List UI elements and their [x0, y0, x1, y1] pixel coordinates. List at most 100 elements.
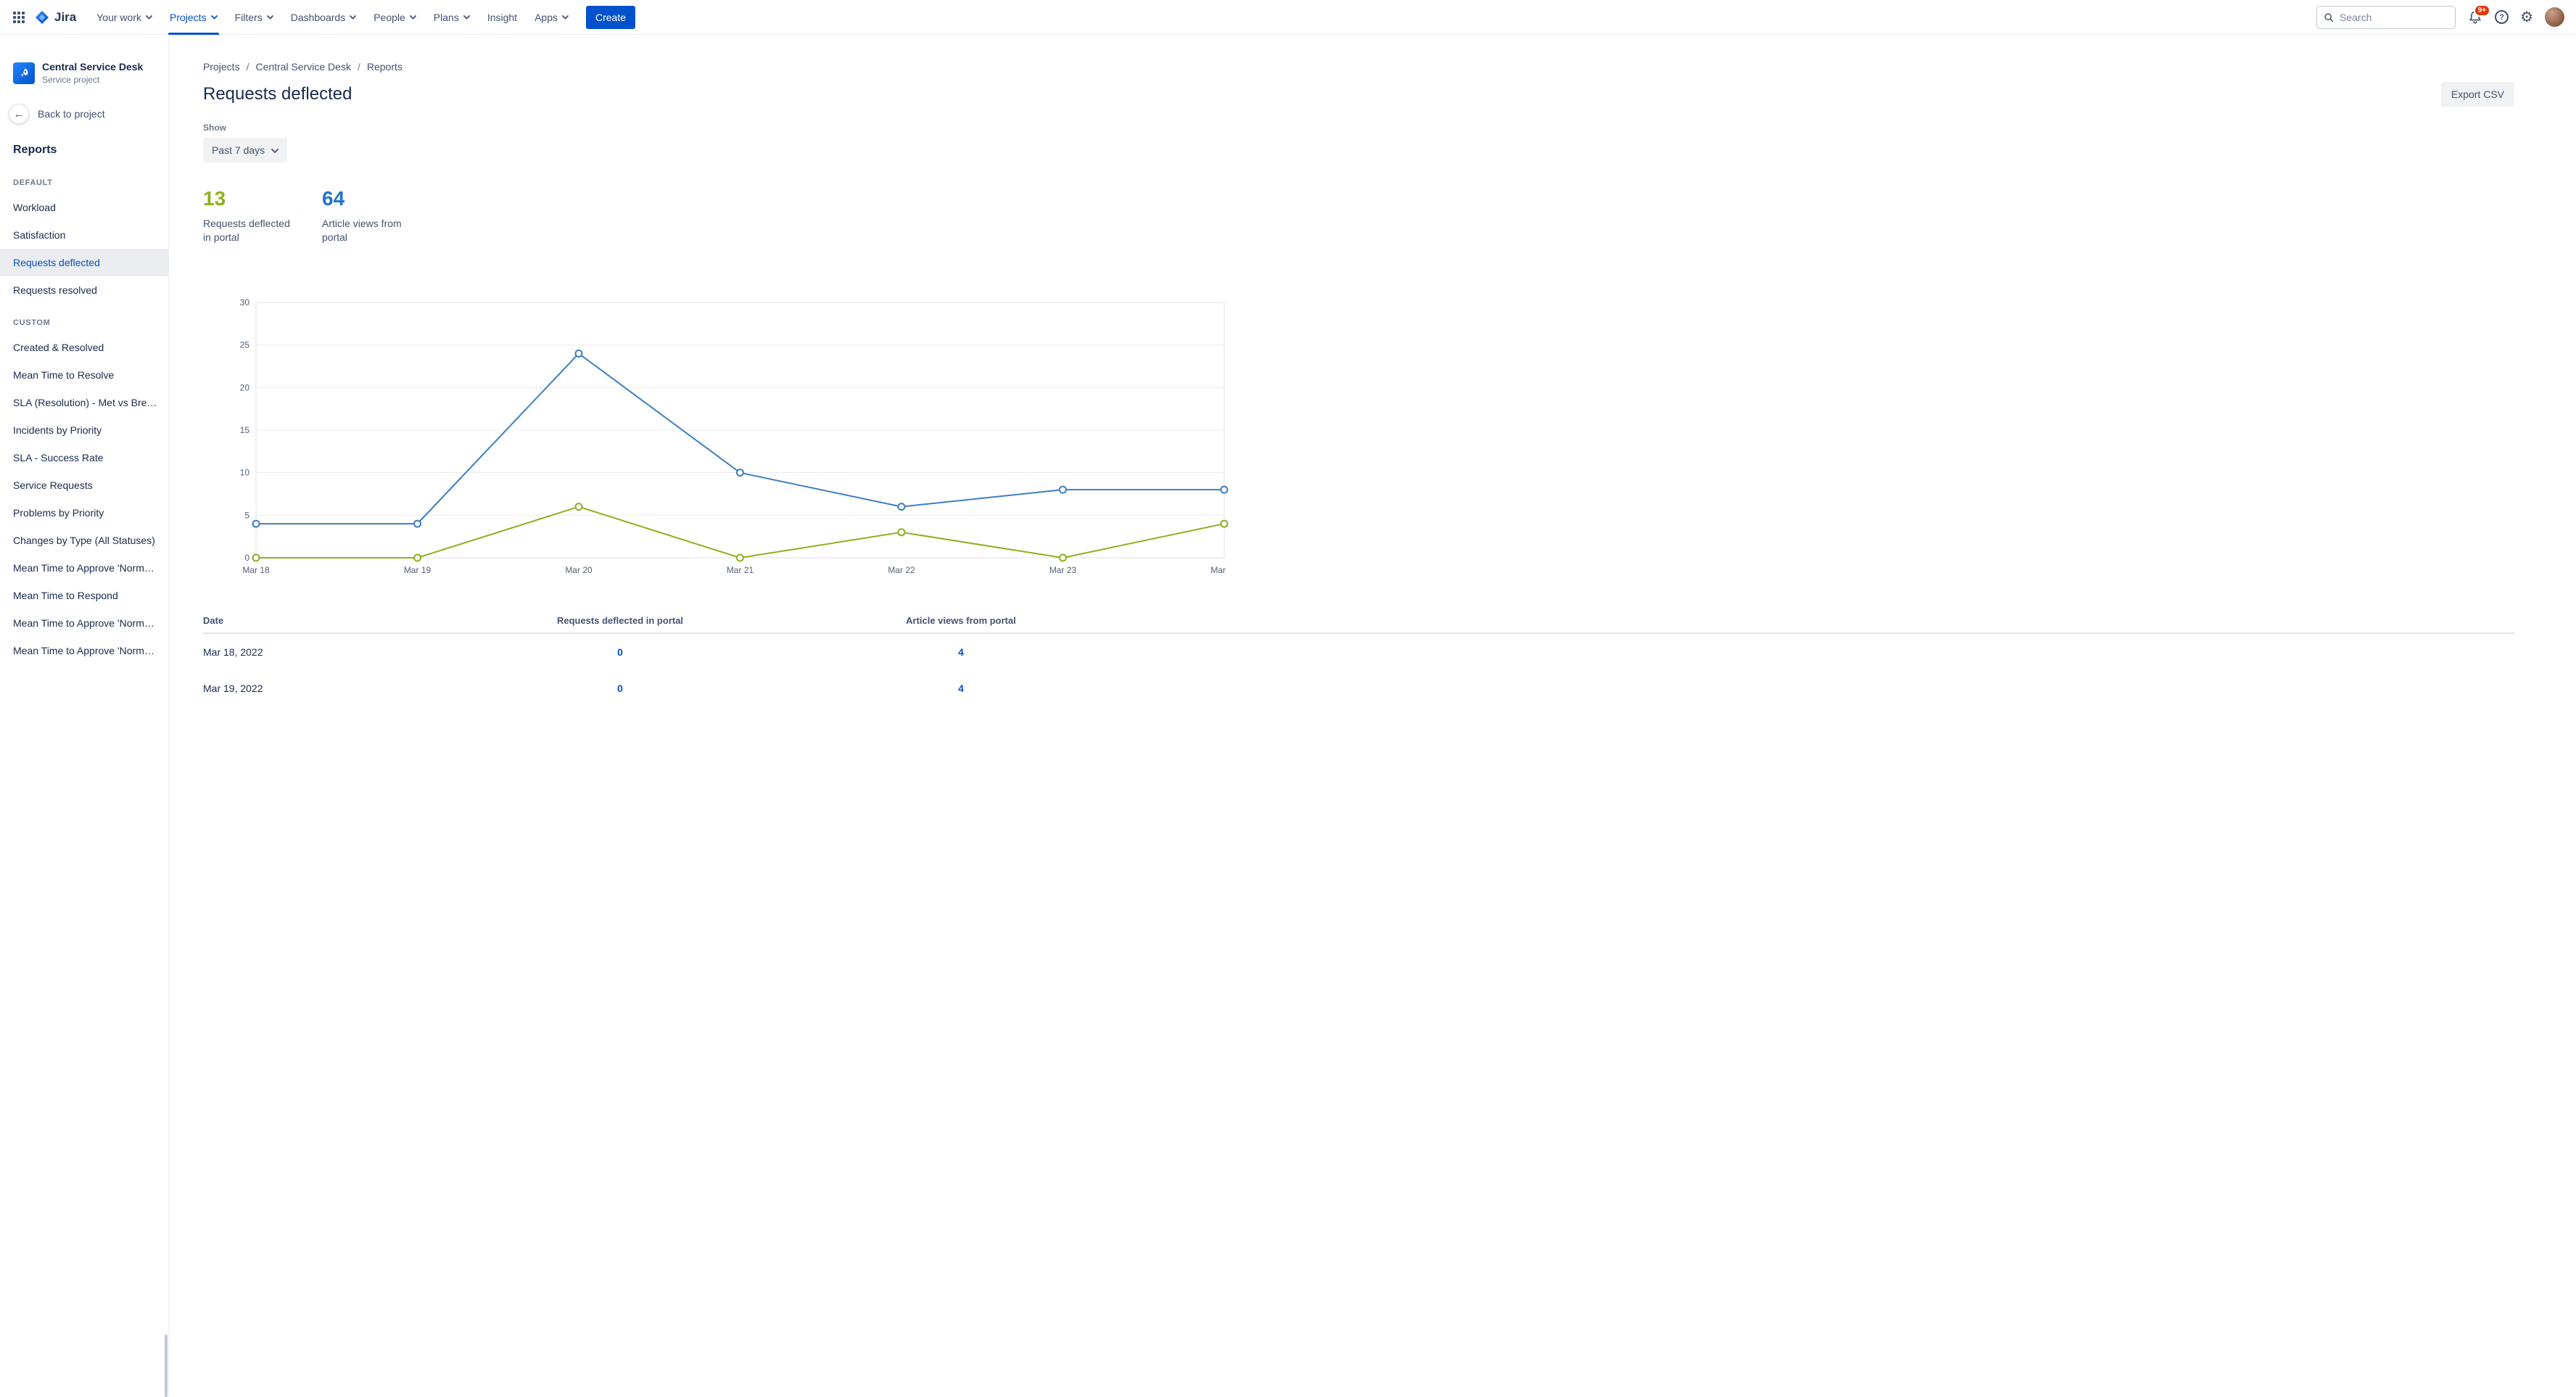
back-to-project[interactable]: ← Back to project	[0, 85, 168, 124]
table-row: Mar 19, 2022 0 4	[203, 670, 2514, 706]
table-row: Mar 18, 2022 0 4	[203, 634, 2514, 670]
sidebar-item-mean-time-to-resolve[interactable]: Mean Time to Resolve	[0, 361, 168, 389]
nav-plans[interactable]: Plans	[425, 0, 479, 35]
back-label: Back to project	[38, 108, 105, 120]
views-count-link[interactable]: 4	[790, 683, 1131, 694]
nav-insight[interactable]: Insight	[479, 0, 526, 35]
views-count-link[interactable]: 4	[790, 646, 1131, 658]
nav-apps[interactable]: Apps	[526, 0, 577, 35]
stat-article-views: 64 Article views from portal	[322, 187, 415, 244]
page-title: Requests deflected	[203, 84, 352, 104]
sidebar-item-workload[interactable]: Workload	[0, 194, 168, 221]
app-switcher-icon[interactable]	[7, 6, 30, 29]
svg-text:20: 20	[240, 382, 250, 392]
export-csv-button[interactable]: Export CSV	[2440, 82, 2514, 107]
sidebar-section-title: Reports	[13, 144, 57, 156]
column-header-deflected: Requests deflected in portal	[556, 614, 684, 626]
group-label-default: DEFAULT	[13, 178, 53, 187]
svg-text:25: 25	[240, 339, 250, 350]
svg-text:15: 15	[240, 425, 250, 435]
nav-right-cluster: 9+ ? ⚙	[2316, 4, 2564, 29]
search-box[interactable]	[2316, 5, 2456, 29]
user-avatar[interactable]	[2545, 7, 2564, 27]
sidebar-item-requests-resolved[interactable]: Requests resolved	[0, 276, 168, 304]
chevron-down-icon	[266, 15, 273, 20]
sidebar-item-changes-by-type[interactable]: Changes by Type (All Statuses)	[0, 527, 168, 554]
chevron-down-icon	[146, 15, 152, 20]
table-header-row: Date Requests deflected in portal Articl…	[203, 615, 2514, 634]
jira-logo-icon	[36, 10, 49, 24]
deflected-count-link[interactable]: 0	[450, 683, 790, 694]
summary-stats: 13 Requests deflected in portal 64 Artic…	[203, 187, 2514, 244]
nav-projects[interactable]: Projects	[161, 0, 226, 35]
search-input[interactable]	[2340, 11, 2449, 23]
stat-label: Requests deflected in portal	[203, 218, 290, 243]
chart-container: 0 5 10 15 20 25 30 Mar 18 Mar 19 Mar 20 Mar 21 Mar …	[226, 297, 2514, 582]
sidebar: Central Service Desk Service project ← B…	[0, 35, 169, 1397]
sidebar-scrollbar[interactable]	[165, 1335, 168, 1397]
help-button[interactable]: ?	[2495, 10, 2509, 24]
sidebar-item-mean-time-approve-1[interactable]: Mean Time to Approve 'Norm…	[0, 554, 168, 582]
svg-text:30: 30	[240, 297, 250, 308]
nav-your-work[interactable]: Your work	[88, 0, 161, 35]
svg-text:10: 10	[240, 467, 250, 477]
breadcrumb: Projects / Central Service Desk / Report…	[203, 61, 2514, 73]
notification-badge: 9+	[2473, 4, 2491, 17]
search-icon	[2324, 12, 2334, 22]
notifications-button[interactable]: 9+	[2467, 4, 2491, 25]
settings-button[interactable]: ⚙	[2520, 10, 2533, 25]
sidebar-item-incidents-by-priority[interactable]: Incidents by Priority	[0, 416, 168, 444]
nav-filters[interactable]: Filters	[226, 0, 282, 35]
sidebar-item-sla-success-rate[interactable]: SLA - Success Rate	[0, 444, 168, 471]
svg-text:5: 5	[244, 510, 249, 520]
row-date: Mar 19, 2022	[203, 682, 263, 694]
group-label-custom: CUSTOM	[13, 318, 51, 327]
deflection-chart: 0 5 10 15 20 25 30 Mar 18 Mar 19 Mar 20 Mar 21 Mar …	[240, 297, 1238, 575]
column-header-views: Article views from portal	[906, 614, 1016, 626]
create-button[interactable]: Create	[586, 5, 636, 29]
deflected-count-link[interactable]: 0	[450, 646, 790, 658]
stat-requests-deflected: 13 Requests deflected in portal	[203, 187, 296, 244]
sidebar-item-satisfaction[interactable]: Satisfaction	[0, 221, 168, 249]
jira-logo[interactable]: Jira	[30, 10, 83, 25]
svg-text:Mar 22: Mar 22	[888, 565, 915, 575]
breadcrumb-reports[interactable]: Reports	[367, 61, 402, 73]
breadcrumb-separator: /	[357, 61, 360, 73]
help-icon: ?	[2495, 10, 2509, 24]
svg-text:Mar 19: Mar 19	[404, 565, 432, 575]
date-range-dropdown[interactable]: Past 7 days	[203, 138, 288, 162]
sidebar-item-mean-time-approve-3[interactable]: Mean Time to Approve 'Norm…	[0, 637, 168, 664]
sidebar-item-requests-deflected[interactable]: Requests deflected	[0, 249, 168, 276]
sidebar-item-service-requests[interactable]: Service Requests	[0, 471, 168, 499]
stat-value: 64	[322, 187, 345, 210]
breadcrumb-project[interactable]: Central Service Desk	[255, 61, 351, 73]
svg-text:Mar 18: Mar 18	[242, 565, 270, 575]
top-navigation: Jira Your work Projects Filters Dashboar…	[0, 0, 2576, 35]
stat-value: 13	[203, 187, 226, 210]
back-arrow-icon[interactable]: ←	[9, 104, 29, 124]
nav-dashboards[interactable]: Dashboards	[282, 0, 366, 35]
sidebar-item-problems-by-priority[interactable]: Problems by Priority	[0, 499, 168, 527]
chevron-down-icon	[350, 15, 357, 20]
grid-icon	[13, 11, 25, 23]
primary-nav: Your work Projects Filters Dashboards Pe…	[88, 0, 577, 35]
svg-text:0: 0	[244, 553, 249, 563]
title-row: Requests deflected Export CSV	[203, 82, 2514, 107]
breadcrumb-projects[interactable]: Projects	[203, 61, 240, 73]
svg-text:Mar 21: Mar 21	[727, 565, 754, 575]
sidebar-item-sla-resolution[interactable]: SLA (Resolution) - Met vs Bre…	[0, 389, 168, 416]
chevron-down-icon	[210, 15, 218, 20]
sidebar-item-mean-time-approve-2[interactable]: Mean Time to Approve 'Norm…	[0, 609, 168, 637]
main-content: Projects / Central Service Desk / Report…	[169, 35, 2576, 1397]
svg-text:Mar 20: Mar 20	[565, 565, 593, 575]
nav-people[interactable]: People	[365, 0, 425, 35]
chevron-down-icon	[463, 15, 470, 20]
sidebar-item-mean-time-respond[interactable]: Mean Time to Respond	[0, 582, 168, 609]
gear-icon: ⚙	[2520, 9, 2533, 25]
row-date: Mar 18, 2022	[203, 646, 263, 658]
logo-text: Jira	[54, 9, 77, 24]
chevron-down-icon	[409, 15, 416, 20]
results-table: Date Requests deflected in portal Articl…	[203, 615, 2514, 706]
sidebar-item-created-resolved[interactable]: Created & Resolved	[0, 334, 168, 361]
column-header-date: Date	[203, 614, 224, 626]
